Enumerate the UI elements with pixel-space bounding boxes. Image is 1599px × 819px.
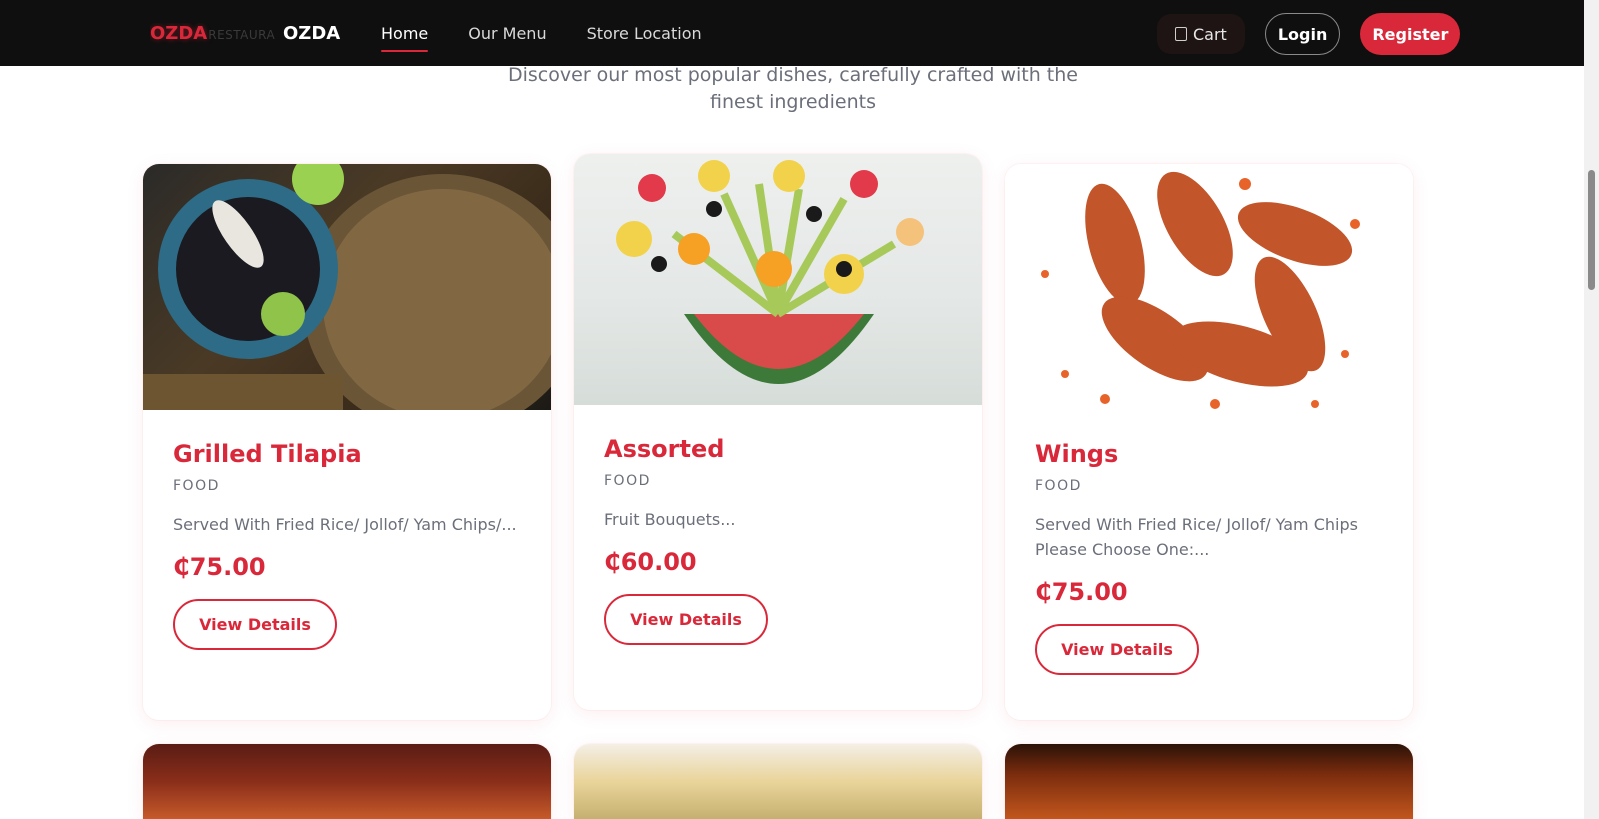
nav-our-menu[interactable]: Our Menu (468, 0, 546, 66)
menu-card-image-partial[interactable] (143, 744, 551, 819)
brand-name: OZDA (283, 22, 341, 44)
scrollbar-thumb[interactable] (1588, 170, 1595, 290)
cart-label: Cart (1193, 24, 1227, 44)
cart-icon (1175, 27, 1187, 41)
card-description: Served With Fried Rice/ Jollof/ Yam Chip… (1035, 515, 1358, 559)
top-navbar: OZDA RESTAURA OZDA Home Our Menu Store L… (0, 0, 1584, 66)
page-scrollbar[interactable] (1584, 0, 1599, 819)
menu-card: Wings FOOD Served With Fried Rice/ Jollo… (1005, 164, 1413, 720)
menu-card: Assorted FOOD Fruit Bouquets... ₵60.00 V… (574, 154, 982, 710)
nav-store-location[interactable]: Store Location (587, 0, 702, 66)
view-details-button[interactable]: View Details (604, 594, 768, 645)
card-title: Wings (1035, 440, 1119, 468)
fruit-bouquet-photo[interactable] (574, 154, 982, 405)
card-price: ₵60.00 (604, 548, 697, 576)
card-description: Fruit Bouquets... (604, 510, 736, 529)
menu-card-image-partial[interactable] (574, 744, 982, 819)
logo-sub-text: RESTAURA (208, 27, 275, 42)
card-price: ₵75.00 (173, 553, 266, 581)
view-details-button[interactable]: View Details (1035, 624, 1199, 675)
brand-logo: OZDA RESTAURA (150, 23, 275, 44)
menu-card: Grilled Tilapia FOOD Served With Fried R… (143, 164, 551, 720)
view-details-button[interactable]: View Details (173, 599, 337, 650)
wings-illustration (1041, 171, 1360, 409)
logo-main-text: OZDA (150, 22, 208, 44)
login-button[interactable]: Login (1264, 13, 1341, 55)
grilled-tilapia-photo[interactable] (143, 164, 551, 410)
card-category: FOOD (173, 478, 220, 494)
menu-card-image-partial[interactable] (1005, 744, 1413, 819)
main-nav: Home Our Menu Store Location (381, 0, 742, 66)
card-category: FOOD (604, 473, 651, 489)
card-title: Assorted (604, 435, 725, 463)
card-price: ₵75.00 (1035, 578, 1128, 606)
nav-home[interactable]: Home (381, 0, 429, 66)
card-category: FOOD (1035, 478, 1082, 494)
card-title: Grilled Tilapia (173, 440, 362, 468)
cart-button[interactable]: Cart (1157, 14, 1245, 54)
fruit-illustration (616, 160, 924, 384)
brand[interactable]: OZDA RESTAURA OZDA (150, 0, 340, 66)
chicken-wings-photo[interactable] (1005, 164, 1413, 410)
nav-actions: Cart Login Register (1157, 13, 1461, 55)
register-button[interactable]: Register (1360, 13, 1461, 55)
section-subtitle: Discover our most popular dishes, carefu… (508, 64, 1078, 113)
card-description: Served With Fried Rice/ Jollof/ Yam Chip… (173, 515, 517, 534)
tilapia-illustration (143, 164, 551, 410)
